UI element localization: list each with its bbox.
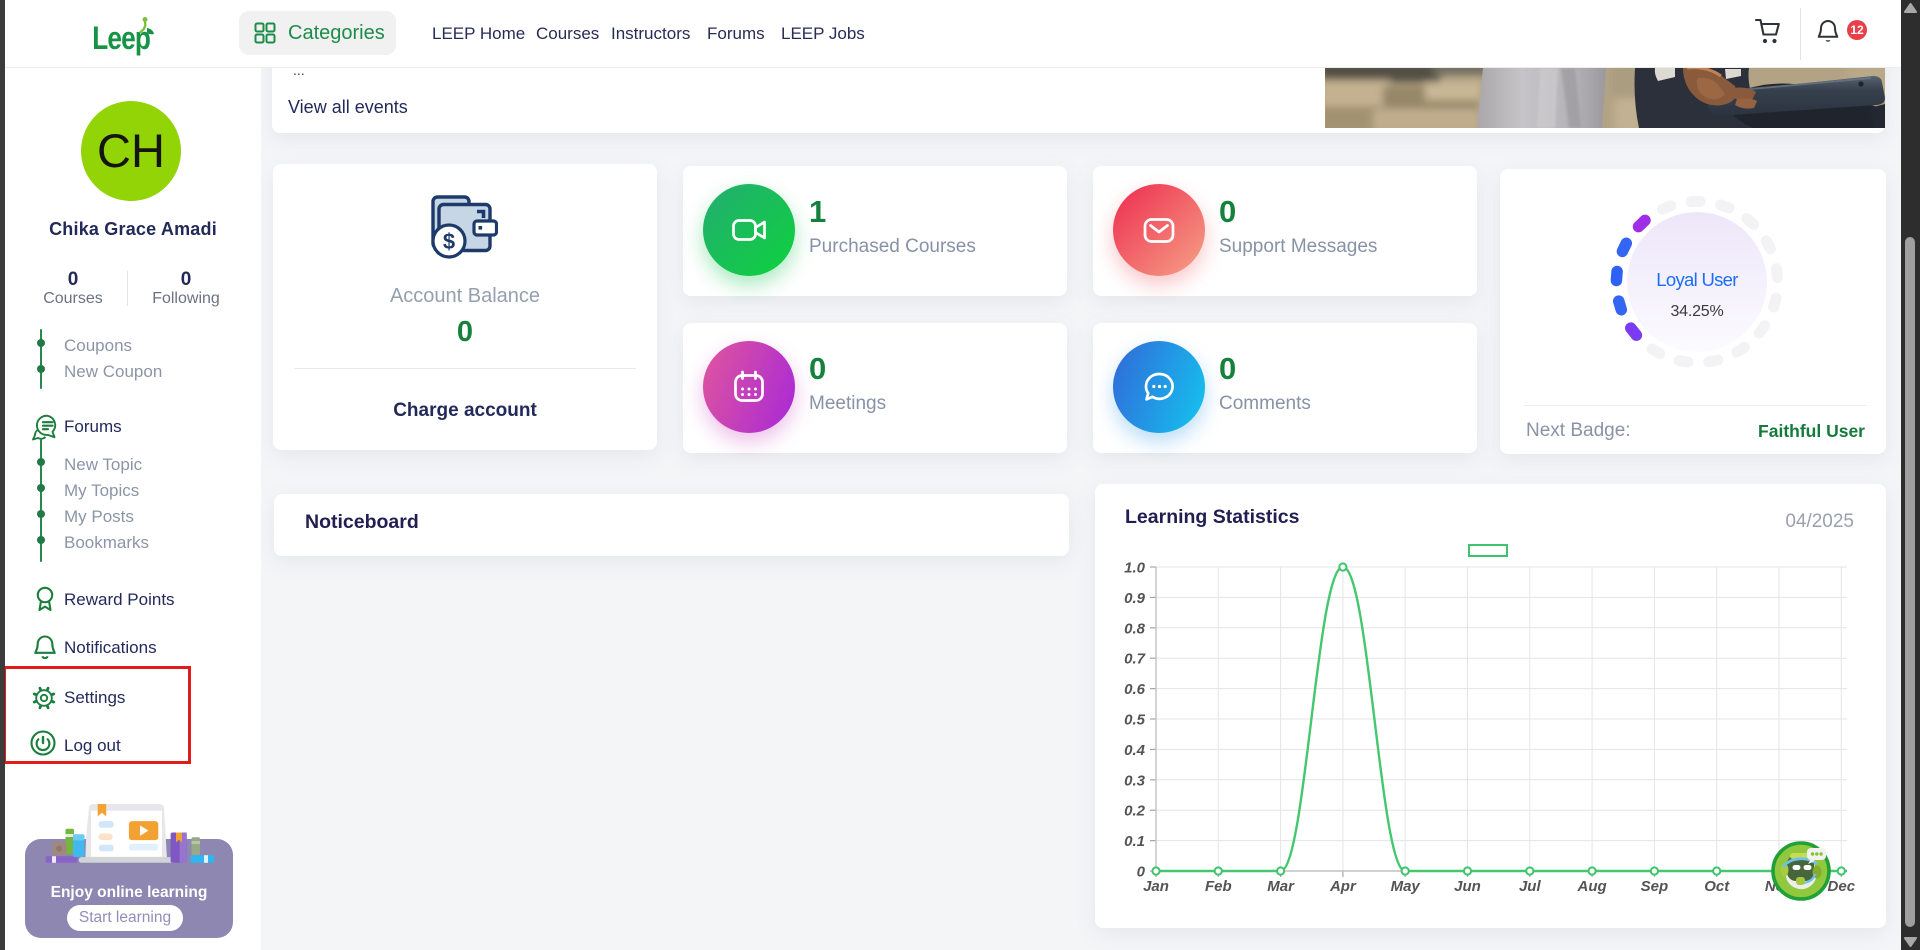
svg-text:Jan: Jan <box>1143 878 1169 895</box>
svg-text:Apr: Apr <box>1329 878 1357 895</box>
svg-text:Mar: Mar <box>1267 878 1295 895</box>
svg-text:0.7: 0.7 <box>1124 651 1146 668</box>
svg-text:Jun: Jun <box>1454 878 1481 895</box>
svg-text:1.0: 1.0 <box>1124 560 1146 577</box>
svg-text:0.2: 0.2 <box>1124 803 1146 820</box>
svg-text:Aug: Aug <box>1577 878 1607 895</box>
svg-text:0.6: 0.6 <box>1124 681 1146 698</box>
svg-text:0.9: 0.9 <box>1124 590 1146 607</box>
svg-text:Dec: Dec <box>1828 878 1856 895</box>
svg-text:0.1: 0.1 <box>1124 833 1145 850</box>
svg-text:0.8: 0.8 <box>1124 620 1146 637</box>
svg-text:Jul: Jul <box>1519 878 1542 895</box>
svg-text:0.5: 0.5 <box>1124 712 1146 729</box>
svg-text:Sep: Sep <box>1641 878 1669 895</box>
svg-text:Feb: Feb <box>1205 878 1232 895</box>
svg-text:$: $ <box>443 229 455 254</box>
svg-text:Leep: Leep <box>92 22 150 57</box>
svg-text:0.3: 0.3 <box>1124 772 1146 789</box>
svg-text:0.4: 0.4 <box>1124 742 1146 759</box>
svg-text:May: May <box>1391 878 1421 895</box>
svg-text:Oct: Oct <box>1704 878 1730 895</box>
